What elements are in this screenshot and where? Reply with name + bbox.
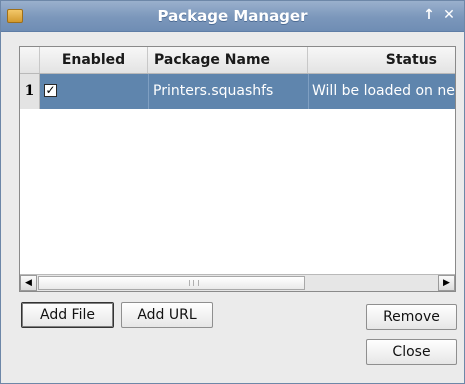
package-table[interactable]: Enabled Package Name Status 1 ✓ Printers… xyxy=(19,46,456,292)
roll-up-icon[interactable]: ↑ xyxy=(421,6,437,24)
close-button[interactable]: Close xyxy=(366,339,457,365)
grip-icon xyxy=(189,280,199,286)
package-name-cell[interactable]: Printers.squashfs xyxy=(148,74,308,109)
remove-button[interactable]: Remove xyxy=(366,304,457,330)
column-header-status[interactable]: Status xyxy=(308,47,455,73)
row-number-header xyxy=(20,47,40,73)
column-header-package-name[interactable]: Package Name xyxy=(148,47,308,73)
title-bar[interactable]: Package Manager ↑ ✕ xyxy=(1,1,464,32)
add-url-button[interactable]: Add URL xyxy=(121,302,213,328)
close-icon[interactable]: ✕ xyxy=(441,6,457,24)
add-file-button[interactable]: Add File xyxy=(21,302,114,328)
row-number: 1 xyxy=(20,74,40,109)
window-title: Package Manager xyxy=(157,7,308,25)
enabled-checkbox[interactable]: ✓ xyxy=(44,84,57,97)
table-header: Enabled Package Name Status xyxy=(20,47,455,74)
column-header-enabled[interactable]: Enabled xyxy=(40,47,148,73)
table-row[interactable]: 1 ✓ Printers.squashfs Will be loaded on … xyxy=(20,74,455,109)
scroll-left-icon[interactable]: ◀ xyxy=(20,275,37,291)
package-manager-window: Package Manager ↑ ✕ Enabled Package Name… xyxy=(0,0,465,384)
horizontal-scrollbar[interactable]: ◀ ▶ xyxy=(20,274,455,291)
scroll-right-icon[interactable]: ▶ xyxy=(438,275,455,291)
status-cell[interactable]: Will be loaded on ne xyxy=(308,74,455,109)
scrollbar-thumb[interactable] xyxy=(38,276,305,290)
